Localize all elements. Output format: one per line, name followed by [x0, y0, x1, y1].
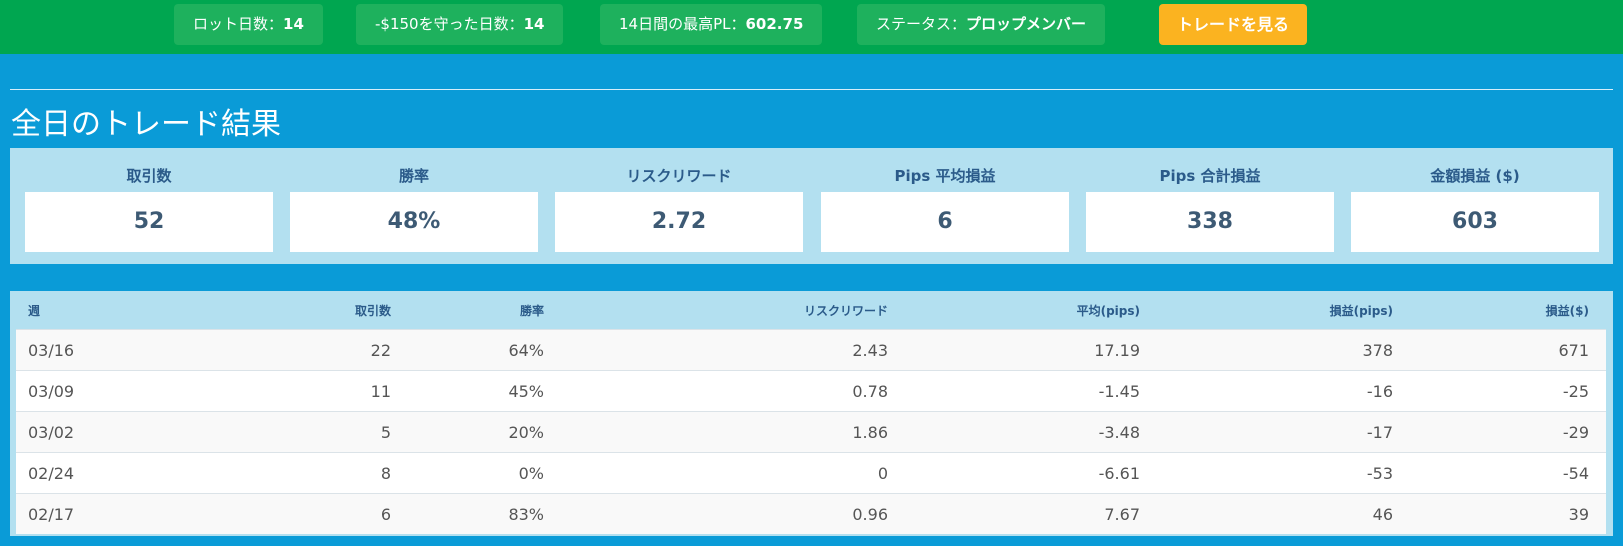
best-pl-value: 602.75 — [745, 15, 804, 33]
cell-pl-pips: -53 — [1366, 464, 1393, 483]
table-row: 03/16 22 64% 2.43 17.19 378 671 — [16, 329, 1606, 370]
stat-amount-label: 金額損益 ($) — [1430, 167, 1520, 185]
cell-riskreward: 0.78 — [852, 382, 888, 401]
col-riskreward-header: リスクリワード — [803, 304, 888, 318]
col-pl-pips-header: 損益(pips) — [1329, 304, 1393, 318]
section-divider — [10, 89, 1613, 90]
cell-pl-pips: -16 — [1366, 382, 1393, 401]
loss-limit-days-value: 14 — [523, 15, 545, 33]
cell-pl-pips: -17 — [1366, 423, 1393, 442]
stats-panel: 取引数 52 勝率 48% リスクリワード 2.72 Pips 平均損益 6 P… — [10, 148, 1613, 264]
loss-limit-days-badge: -$150を守った日数：14 — [356, 4, 564, 45]
stat-amount-value: 603 — [1351, 192, 1599, 252]
lot-days-label: ロット日数： — [193, 15, 284, 33]
lot-days-value: 14 — [283, 15, 304, 33]
status-value: プロップメンバー — [966, 15, 1087, 33]
stat-winrate-label: 勝率 — [398, 167, 429, 185]
cell-riskreward: 2.43 — [852, 341, 888, 360]
cell-trades: 5 — [380, 423, 391, 442]
cell-riskreward: 0 — [877, 464, 888, 483]
cell-trades: 6 — [380, 505, 391, 524]
cell-week: 03/09 — [28, 382, 75, 401]
stat-pips-avg-value: 6 — [821, 192, 1069, 252]
table-row: 03/09 11 45% 0.78 -1.45 -16 -25 — [16, 370, 1606, 411]
cell-pl-usd: 39 — [1568, 505, 1589, 524]
col-trades-header: 取引数 — [354, 304, 391, 318]
table-header: 週 取引数 勝率 リスクリワード 平均(pips) 損益(pips) 損益($) — [16, 291, 1606, 329]
col-pl-usd-header: 損益($) — [1545, 304, 1589, 318]
cell-winrate: 20% — [508, 423, 544, 442]
cell-week: 03/16 — [28, 341, 75, 360]
cell-week: 02/17 — [28, 505, 75, 524]
cell-avg-pips: -1.45 — [1098, 382, 1140, 401]
cell-pl-usd: -29 — [1562, 423, 1589, 442]
cell-pl-usd: 671 — [1558, 341, 1589, 360]
stat-pips-total-label: Pips 合計損益 — [1159, 167, 1261, 185]
cell-pl-pips: 46 — [1372, 505, 1393, 524]
cell-avg-pips: -3.48 — [1098, 423, 1140, 442]
table-row: 02/24 8 0% 0 -6.61 -53 -54 — [16, 452, 1606, 493]
stat-riskreward-value: 2.72 — [555, 192, 803, 252]
status-badge: ステータス：プロップメンバー — [857, 4, 1106, 45]
cell-winrate: 45% — [508, 382, 544, 401]
status-label: ステータス： — [876, 15, 967, 33]
view-trades-button[interactable]: トレードを見る — [1159, 4, 1308, 45]
loss-limit-days-label: -$150を守った日数： — [375, 15, 524, 33]
weekly-results-table: 週 取引数 勝率 リスクリワード 平均(pips) 損益(pips) 損益($)… — [10, 291, 1613, 536]
cell-week: 03/02 — [28, 423, 75, 442]
col-week-header: 週 — [28, 304, 41, 318]
stat-trades-value: 52 — [25, 192, 273, 252]
col-avg-pips-header: 平均(pips) — [1076, 304, 1140, 318]
cell-trades: 22 — [370, 341, 391, 360]
cell-pl-pips: 378 — [1362, 341, 1393, 360]
cell-winrate: 83% — [508, 505, 544, 524]
stat-winrate-value: 48% — [290, 192, 538, 252]
cell-pl-usd: -54 — [1562, 464, 1589, 483]
stat-pips-total-value: 338 — [1086, 192, 1334, 252]
table-row: 03/02 5 20% 1.86 -3.48 -17 -29 — [16, 411, 1606, 452]
lot-days-badge: ロット日数：14 — [174, 4, 323, 45]
section-title: 全日のトレード結果 — [11, 107, 281, 142]
cell-pl-usd: -25 — [1562, 382, 1589, 401]
stat-pips-avg-label: Pips 平均損益 — [894, 167, 996, 185]
cell-avg-pips: 17.19 — [1094, 341, 1140, 360]
stat-riskreward-label: リスクリワード — [626, 167, 732, 185]
cell-trades: 8 — [380, 464, 391, 483]
table-row: 02/17 6 83% 0.96 7.67 46 39 — [16, 493, 1606, 534]
cell-week: 02/24 — [28, 464, 75, 483]
cell-riskreward: 1.86 — [852, 423, 888, 442]
stat-trades-label: 取引数 — [126, 167, 172, 185]
cell-avg-pips: -6.61 — [1098, 464, 1140, 483]
cell-winrate: 0% — [518, 464, 544, 483]
top-status-bar: ロット日数：14 -$150を守った日数：14 14日間の最高PL：602.75… — [0, 0, 1623, 54]
cell-trades: 11 — [370, 382, 391, 401]
best-pl-label: 14日間の最高PL： — [619, 15, 746, 33]
best-pl-badge: 14日間の最高PL：602.75 — [600, 4, 823, 45]
cell-riskreward: 0.96 — [852, 505, 888, 524]
col-winrate-header: 勝率 — [519, 304, 544, 318]
cell-winrate: 64% — [508, 341, 544, 360]
cell-avg-pips: 7.67 — [1104, 505, 1140, 524]
